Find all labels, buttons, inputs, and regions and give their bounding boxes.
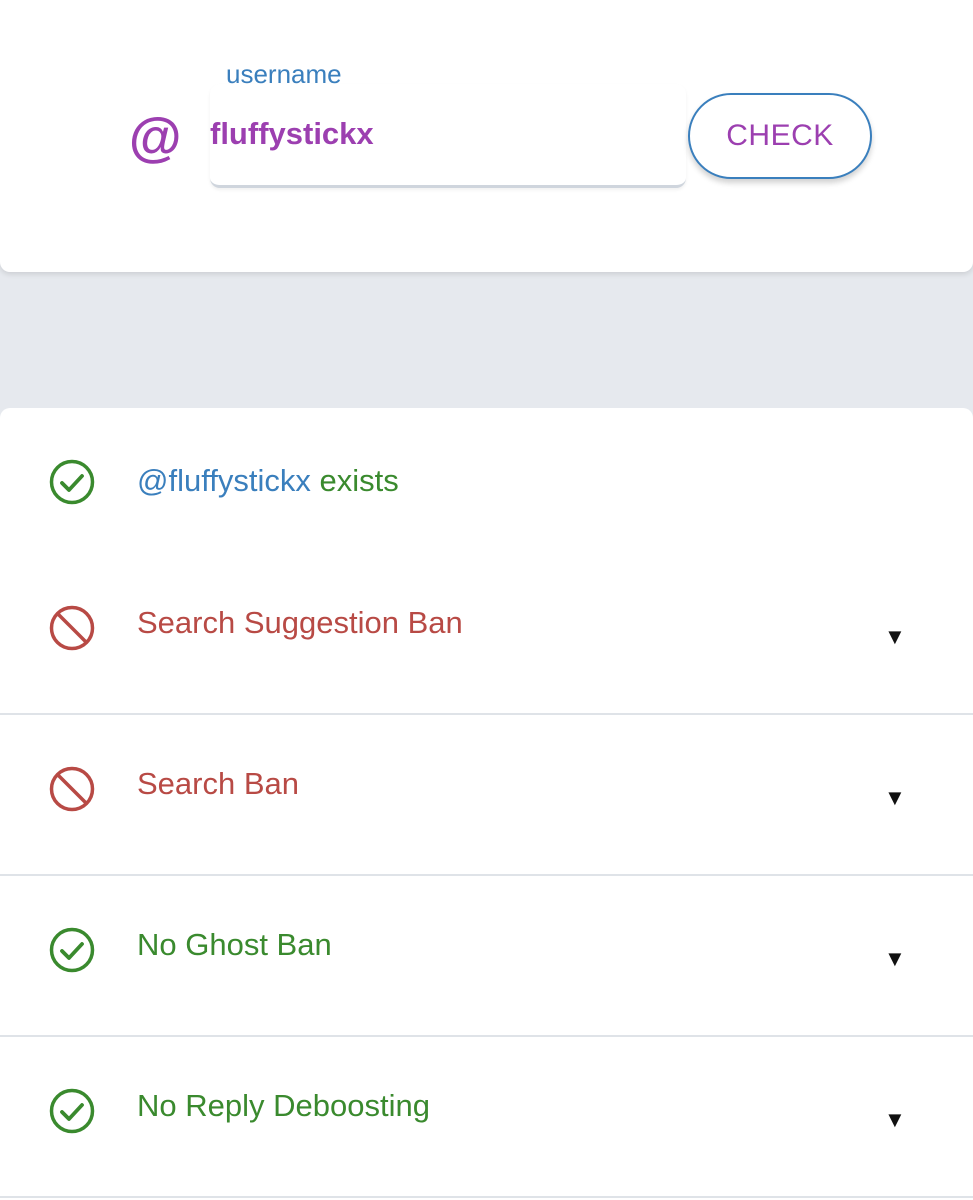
results-card: @fluffystickx exists Search Suggestion B… [0, 408, 973, 1200]
result-text-exists: @fluffystickx exists [137, 463, 399, 499]
result-label-no-ghost-ban: No Ghost Ban [137, 927, 332, 962]
result-row-no-ghost-ban[interactable]: No Ghost Ban ▼ [0, 876, 973, 1035]
caret-down-icon[interactable]: ▼ [884, 786, 906, 810]
check-circle-icon [49, 1088, 95, 1134]
divider [0, 1196, 973, 1198]
check-circle-icon [49, 927, 95, 973]
username-input[interactable]: fluffystickx [210, 84, 686, 188]
result-label-search-ban: Search Ban [137, 766, 299, 801]
username-input-value: fluffystickx [210, 116, 374, 151]
result-label-no-reply-deboosting: No Reply Deboosting [137, 1088, 430, 1123]
result-row-no-reply-deboosting[interactable]: No Reply Deboosting ▼ [0, 1037, 973, 1197]
at-icon: @ [128, 108, 181, 168]
caret-down-icon[interactable]: ▼ [884, 947, 906, 971]
check-circle-icon [49, 459, 95, 505]
check-button[interactable]: CHECK [688, 93, 872, 179]
result-row-search-suggestion-ban[interactable]: Search Suggestion Ban ▼ [0, 558, 973, 712]
exists-suffix: exists [310, 463, 399, 498]
caret-down-icon[interactable]: ▼ [884, 625, 906, 649]
username-search-card: @ username fluffystickx CHECK [0, 0, 973, 272]
prohibited-icon [49, 605, 95, 651]
prohibited-icon [49, 766, 95, 812]
result-label-search-suggestion-ban: Search Suggestion Ban [137, 605, 463, 640]
result-row-search-ban[interactable]: Search Ban ▼ [0, 715, 973, 874]
username-handle: @fluffystickx [137, 463, 311, 498]
result-row-exists: @fluffystickx exists [0, 408, 973, 558]
caret-down-icon[interactable]: ▼ [884, 1108, 906, 1132]
